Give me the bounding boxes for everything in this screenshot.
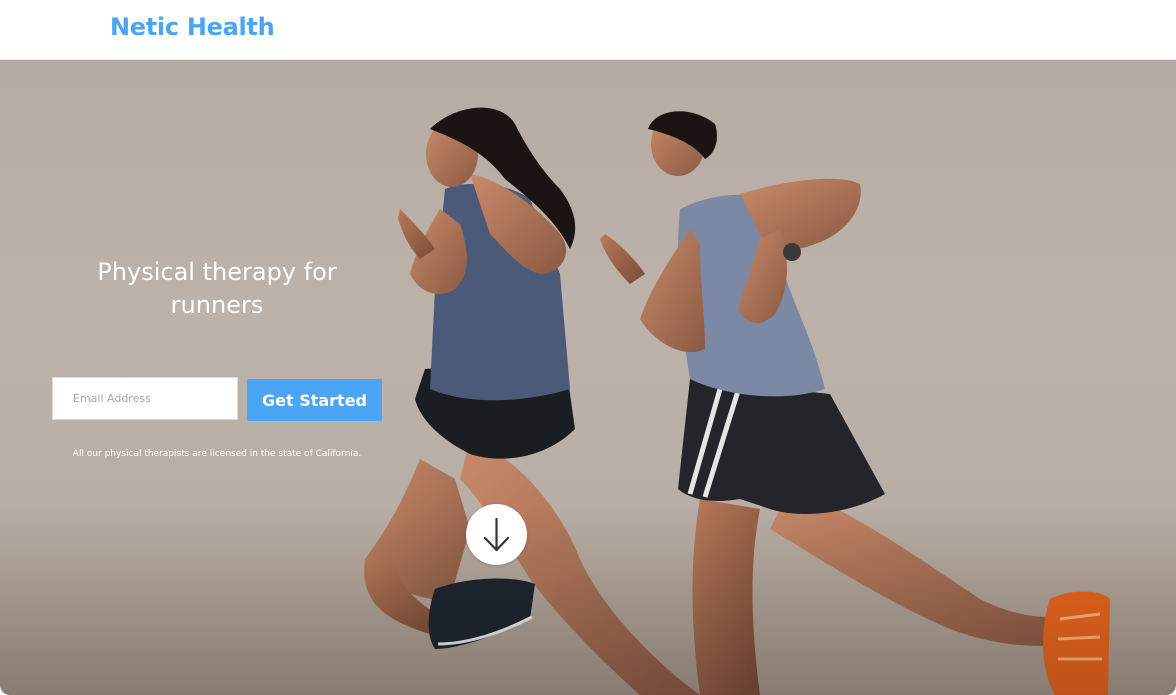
scroll-down-button[interactable] [466,504,527,565]
licensing-disclaimer: All our physical therapists are licensed… [72,449,362,459]
get-started-button[interactable]: Get Started [247,379,382,421]
email-input[interactable] [52,377,238,420]
hero-section: Physical therapy for runners Get Started… [0,59,1176,695]
brand-logo[interactable]: Netic Health [110,13,275,41]
top-nav: Netic Health [0,0,1176,60]
hero-headline: Physical therapy for runners [97,258,337,319]
arrow-down-icon [483,517,510,552]
